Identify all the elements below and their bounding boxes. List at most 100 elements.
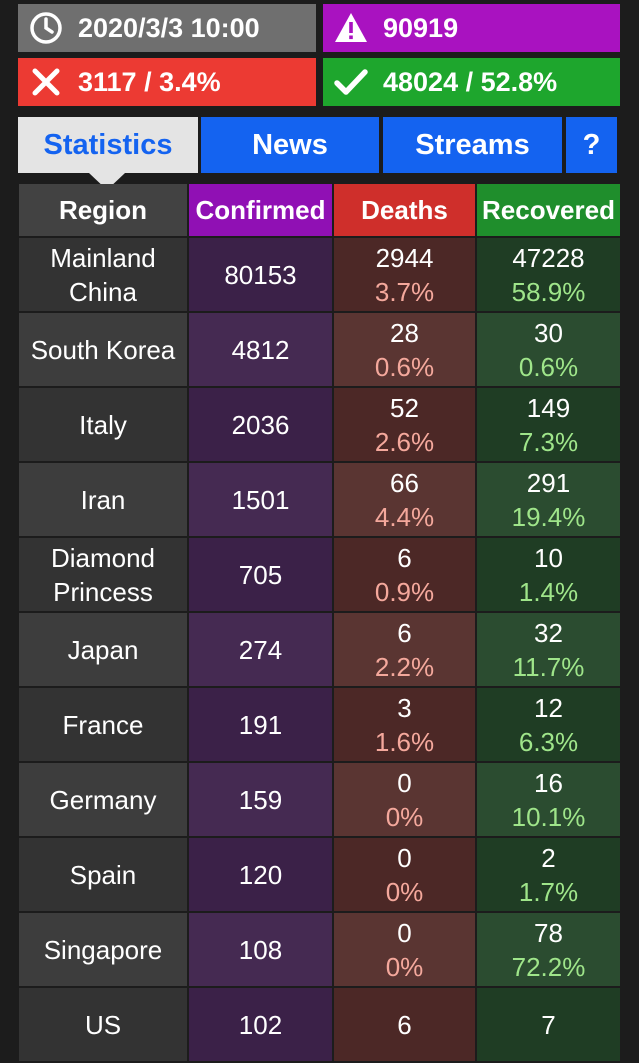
warning-icon	[333, 10, 369, 46]
header-recovered[interactable]: Recovered	[477, 184, 620, 236]
region-name: Diamond Princess	[50, 542, 156, 607]
confirmed-count: 159	[238, 784, 283, 815]
recovered-percent: 72.2%	[511, 951, 586, 982]
datetime-panel: 2020/3/3 10:00	[18, 4, 316, 52]
table-row[interactable]: US 102 6 7	[19, 988, 620, 1061]
deaths-cell: 3 1.6%	[334, 688, 475, 761]
recovered-percent: 6.3%	[518, 726, 579, 757]
recovered-cell: 10 1.4%	[477, 538, 620, 611]
confirmed-count: 705	[238, 559, 283, 590]
recovered-cell: 12 6.3%	[477, 688, 620, 761]
region-cell: Germany	[19, 763, 187, 836]
table-row[interactable]: Spain 120 0 0% 2 1.7%	[19, 838, 620, 911]
deaths-percent: 0.9%	[374, 576, 435, 607]
recovered-cell: 30 0.6%	[477, 313, 620, 386]
deaths-percent: 2.2%	[374, 651, 435, 682]
table-row[interactable]: Japan 274 6 2.2% 32 11.7%	[19, 613, 620, 686]
deaths-cell: 2944 3.7%	[334, 238, 475, 311]
deaths-cell: 6 0.9%	[334, 538, 475, 611]
region-cell: Singapore	[19, 913, 187, 986]
table-row[interactable]: Mainland China 80153 2944 3.7% 47228 58.9%	[19, 238, 620, 311]
tab-streams[interactable]: Streams	[383, 117, 562, 173]
recovered-total-text: 48024 / 52.8%	[383, 66, 558, 97]
recovered-count: 47228	[512, 242, 585, 273]
deaths-percent: 2.6%	[374, 426, 435, 457]
table-row[interactable]: Singapore 108 0 0% 78 72.2%	[19, 913, 620, 986]
confirmed-cell: 120	[189, 838, 332, 911]
confirmed-count: 80153	[224, 259, 297, 290]
deaths-total-text: 3117 / 3.4%	[78, 66, 221, 97]
region-cell: Italy	[19, 388, 187, 461]
table-row[interactable]: South Korea 4812 28 0.6% 30 0.6%	[19, 313, 620, 386]
recovered-cell: 149 7.3%	[477, 388, 620, 461]
confirmed-count: 4812	[231, 334, 290, 365]
table-row[interactable]: Iran 1501 66 4.4% 291 19.4%	[19, 463, 620, 536]
recovered-count: 10	[534, 542, 563, 573]
recovered-count: 291	[526, 467, 571, 498]
confirmed-count: 191	[238, 709, 283, 740]
deaths-cell: 0 0%	[334, 838, 475, 911]
confirmed-cell: 108	[189, 913, 332, 986]
recovered-cell: 291 19.4%	[477, 463, 620, 536]
confirmed-count: 1501	[231, 484, 290, 515]
confirmed-count: 274	[238, 634, 283, 665]
header-confirmed[interactable]: Confirmed	[189, 184, 332, 236]
deaths-count: 66	[390, 467, 419, 498]
deaths-count: 6	[397, 1009, 412, 1040]
deaths-cell: 6	[334, 988, 475, 1061]
region-name: Italy	[79, 409, 127, 440]
region-name: Iran	[80, 484, 126, 515]
region-name: Mainland China	[50, 242, 156, 307]
recovered-percent: 1.4%	[518, 576, 579, 607]
deaths-count: 52	[390, 392, 419, 423]
recovered-cell: 7	[477, 988, 620, 1061]
recovered-percent: 0.6%	[518, 351, 579, 382]
deaths-cell: 0 0%	[334, 913, 475, 986]
region-cell: Iran	[19, 463, 187, 536]
confirmed-cell: 102	[189, 988, 332, 1061]
deaths-percent: 0.6%	[374, 351, 435, 382]
recovered-cell: 2 1.7%	[477, 838, 620, 911]
confirmed-cell: 4812	[189, 313, 332, 386]
recovered-percent: 1.7%	[518, 876, 579, 907]
deaths-cell: 52 2.6%	[334, 388, 475, 461]
region-cell: Diamond Princess	[19, 538, 187, 611]
confirmed-count: 102	[238, 1009, 283, 1040]
region-name: France	[62, 709, 144, 740]
recovered-count: 78	[534, 917, 563, 948]
region-name: Japan	[67, 634, 139, 665]
table-row[interactable]: France 191 3 1.6% 12 6.3%	[19, 688, 620, 761]
tab-statistics[interactable]: Statistics	[18, 117, 198, 173]
recovered-total-panel: 48024 / 52.8%	[323, 58, 620, 106]
statistics-table: Region Confirmed Deaths Recovered Mainla…	[17, 182, 622, 1063]
recovered-count: 149	[526, 392, 571, 423]
deaths-count: 6	[397, 617, 412, 648]
deaths-cell: 0 0%	[334, 763, 475, 836]
deaths-count: 0	[397, 842, 412, 873]
confirmed-cell: 80153	[189, 238, 332, 311]
recovered-cell: 16 10.1%	[477, 763, 620, 836]
deaths-total-panel: 3117 / 3.4%	[18, 58, 316, 106]
confirmed-total-text: 90919	[383, 12, 459, 43]
header-deaths[interactable]: Deaths	[334, 184, 475, 236]
deaths-cell: 66 4.4%	[334, 463, 475, 536]
recovered-count: 16	[534, 767, 563, 798]
deaths-count: 6	[397, 542, 412, 573]
tab-help[interactable]: ?	[566, 117, 617, 173]
region-cell: Mainland China	[19, 238, 187, 311]
recovered-cell: 78 72.2%	[477, 913, 620, 986]
table-row[interactable]: Italy 2036 52 2.6% 149 7.3%	[19, 388, 620, 461]
recovered-count: 2	[541, 842, 556, 873]
deaths-percent: 0%	[385, 801, 424, 832]
header-region[interactable]: Region	[19, 184, 187, 236]
table-body: Mainland China 80153 2944 3.7% 47228 58.9% Sou…	[19, 238, 620, 1061]
tab-news[interactable]: News	[201, 117, 379, 173]
deaths-percent: 1.6%	[374, 726, 435, 757]
deaths-count: 3	[397, 692, 412, 723]
table-row[interactable]: Diamond Princess 705 6 0.9% 10 1.4%	[19, 538, 620, 611]
deaths-cell: 28 0.6%	[334, 313, 475, 386]
table-row[interactable]: Germany 159 0 0% 16 10.1%	[19, 763, 620, 836]
deaths-percent: 0%	[385, 876, 424, 907]
region-name: South Korea	[30, 334, 176, 365]
close-icon	[28, 64, 64, 100]
